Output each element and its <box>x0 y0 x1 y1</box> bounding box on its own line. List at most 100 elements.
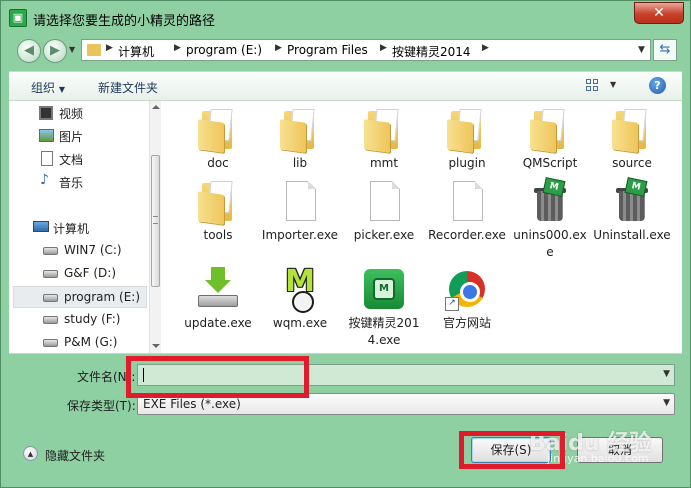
chevron-right-icon[interactable]: ▶ <box>174 43 181 53</box>
navigation-pane[interactable]: 视频 图片 文档 ♪ 音乐 计算机 WIN7 (C:) G&F (D:) pro… <box>9 101 161 353</box>
folder-icon <box>87 44 101 56</box>
breadcrumb-program-e[interactable]: program (E:) <box>186 43 262 57</box>
chevron-up-icon: ▲ <box>23 446 38 461</box>
nav-item-pictures[interactable]: 图片 <box>13 125 147 147</box>
folder-icon <box>196 179 240 225</box>
save-file-dialog: ▣ 请选择您要生成的小精灵的路径 ✕ ◀ ▶ ▼ ▶ 计算机 ▶ program… <box>0 0 691 488</box>
nav-item-win7-c[interactable]: WIN7 (C:) <box>13 240 147 262</box>
file-label: 按键精灵2014.exe <box>348 316 420 347</box>
recent-pages-dropdown[interactable]: ▼ <box>69 45 75 54</box>
view-dropdown[interactable]: ▼ <box>610 80 616 89</box>
nav-item-label: WIN7 (C:) <box>64 243 122 257</box>
file-item-importer[interactable]: Importer.exe <box>259 173 341 244</box>
file-item-mmt[interactable]: mmt <box>343 101 425 172</box>
file-item-source[interactable]: source <box>591 101 673 172</box>
nav-item-label: 视频 <box>59 107 84 121</box>
hide-folders-label: 隐藏文件夹 <box>45 449 106 463</box>
file-label: doc <box>207 156 229 170</box>
nav-item-gf-d[interactable]: G&F (D:) <box>13 263 147 285</box>
nav-item-computer[interactable]: 计算机 <box>13 217 147 239</box>
file-label: QMScript <box>522 156 578 170</box>
drive-icon <box>43 316 58 324</box>
refresh-button[interactable]: ⇆ <box>653 39 677 61</box>
nav-item-label: 文档 <box>59 153 84 167</box>
window-title: 请选择您要生成的小精灵的路径 <box>33 14 216 29</box>
forward-button[interactable]: ▶ <box>43 39 67 63</box>
file-item-anjian-jingling-exe[interactable]: M 按键精灵2014.exe <box>343 261 425 349</box>
chevron-down-icon[interactable]: ▼ <box>663 369 670 379</box>
cancel-button[interactable]: 取消 <box>577 437 663 463</box>
file-label: update.exe <box>184 316 252 330</box>
filetype-select[interactable]: EXE Files (*.exe) ▼ <box>137 393 675 415</box>
picture-icon <box>39 129 54 142</box>
folder-icon <box>445 107 489 153</box>
chevron-right-icon[interactable]: ▶ <box>482 43 489 53</box>
blank-file-icon <box>445 179 489 223</box>
uninstall-trash-icon: M <box>528 177 572 223</box>
file-item-qmscript[interactable]: QMScript <box>509 101 591 172</box>
nav-item-program-e[interactable]: program (E:) <box>13 286 147 308</box>
file-item-unins000[interactable]: M unins000.exe <box>509 173 591 261</box>
folder-icon <box>528 107 572 153</box>
nav-item-label: program (E:) <box>64 290 141 304</box>
organize-button[interactable]: 组织 ▼ <box>31 79 65 96</box>
scrollbar-thumb[interactable] <box>151 155 160 287</box>
back-button[interactable]: ◀ <box>17 39 41 63</box>
file-item-recorder[interactable]: Recorder.exe <box>426 173 508 244</box>
close-button[interactable]: ✕ <box>634 2 684 24</box>
drive-icon <box>43 339 58 347</box>
video-icon <box>39 106 53 120</box>
file-label: tools <box>203 228 233 242</box>
file-label: Recorder.exe <box>428 228 506 242</box>
chevron-down-icon[interactable]: ▼ <box>663 398 670 408</box>
address-bar[interactable]: ▶ 计算机 ▶ program (E:) ▶ Program Files ▶ 按… <box>81 39 651 61</box>
document-icon <box>41 151 53 166</box>
nav-item-music[interactable]: ♪ 音乐 <box>13 171 147 193</box>
new-folder-button[interactable]: 新建文件夹 <box>98 79 158 96</box>
file-label: mmt <box>369 156 399 170</box>
folder-icon <box>610 107 654 153</box>
blank-file-icon <box>278 179 322 223</box>
file-item-official-site[interactable]: ↗ 官方网站 <box>426 261 508 332</box>
nav-item-documents[interactable]: 文档 <box>13 148 147 170</box>
file-item-uninstall[interactable]: M Uninstall.exe <box>591 173 673 244</box>
file-item-lib[interactable]: lib <box>259 101 341 172</box>
nav-item-label: 音乐 <box>59 176 84 190</box>
chevron-right-icon[interactable]: ▶ <box>275 43 282 53</box>
scroll-up-icon[interactable] <box>152 105 160 109</box>
title-bar[interactable]: ▣ 请选择您要生成的小精灵的路径 ✕ <box>1 1 690 35</box>
folder-icon <box>362 107 406 153</box>
refresh-icon: ⇆ <box>659 42 671 57</box>
chevron-right-icon[interactable]: ▶ <box>106 43 113 53</box>
music-icon: ♪ <box>40 172 49 188</box>
help-icon[interactable]: ? <box>649 77 666 94</box>
filename-input[interactable]: ▼ <box>137 364 675 386</box>
download-arrow-icon <box>196 267 240 311</box>
file-item-picker[interactable]: picker.exe <box>343 173 425 244</box>
chevron-right-icon[interactable]: ▶ <box>380 43 387 53</box>
view-options-icon[interactable] <box>586 79 600 93</box>
file-item-tools[interactable]: tools <box>177 173 259 244</box>
app-icon: ▣ <box>9 9 27 27</box>
nav-item-videos[interactable]: 视频 <box>13 102 147 124</box>
file-label: wqm.exe <box>272 316 328 330</box>
file-item-update[interactable]: update.exe <box>177 261 259 332</box>
breadcrumb-anjian-jingling[interactable]: 按键精灵2014 <box>392 43 471 60</box>
scroll-down-icon[interactable] <box>152 344 160 348</box>
save-button[interactable]: 保存(S) <box>471 437 551 463</box>
chrome-shortcut-icon: ↗ <box>445 267 489 311</box>
breadcrumb-computer[interactable]: 计算机 <box>118 43 154 60</box>
chevron-right-icon: ▶ <box>50 43 60 58</box>
nav-item-study-f[interactable]: study (F:) <box>13 309 147 331</box>
address-dropdown[interactable]: ▼ <box>638 45 645 55</box>
chevron-left-icon: ◀ <box>24 43 34 58</box>
address-row: ◀ ▶ ▼ ▶ 计算机 ▶ program (E:) ▶ Program Fil… <box>1 35 690 65</box>
nav-scrollbar[interactable] <box>149 101 161 353</box>
file-item-doc[interactable]: doc <box>177 101 259 172</box>
breadcrumb-program-files[interactable]: Program Files <box>287 43 368 57</box>
file-item-plugin[interactable]: plugin <box>426 101 508 172</box>
nav-item-pm-g[interactable]: P&M (G:) <box>13 332 147 353</box>
uninstall-trash-icon: M <box>610 177 654 223</box>
file-item-wqm[interactable]: M wqm.exe <box>259 261 341 332</box>
nav-item-label: P&M (G:) <box>64 335 118 349</box>
